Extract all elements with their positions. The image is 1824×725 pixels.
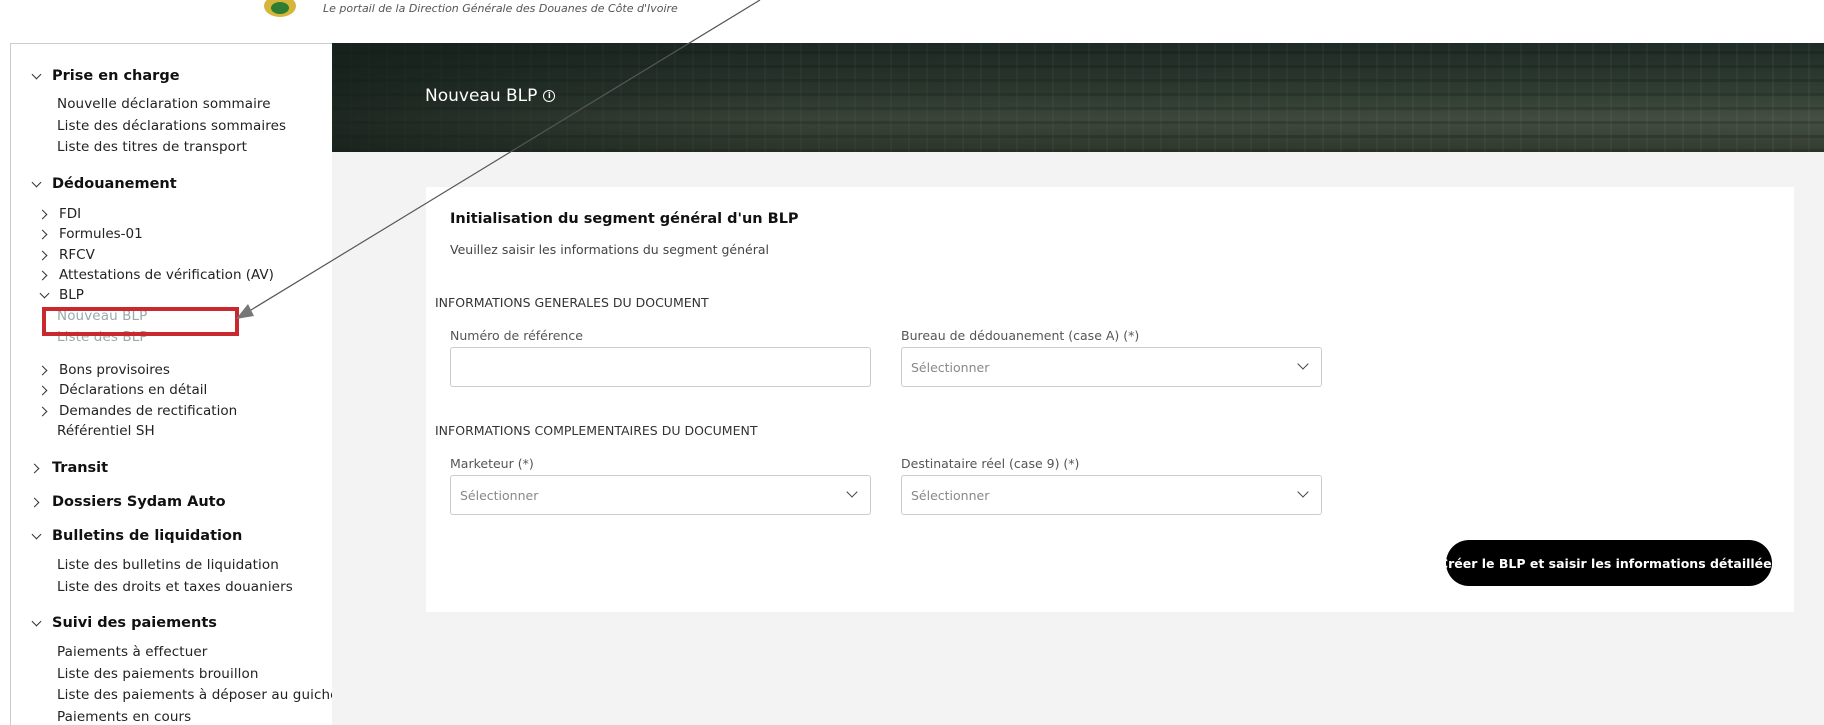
destinataire-select-value: Sélectionner [911, 487, 990, 503]
nav-section-bulletins[interactable]: Bulletins de liquidation [31, 528, 242, 544]
nav-sub-bons-provisoires[interactable]: Bons provisoires [39, 362, 170, 378]
marketeur-select[interactable]: Sélectionner [450, 475, 871, 515]
chevron-right-icon [39, 384, 51, 396]
nav-item-liste-droits-taxes[interactable]: Liste des droits et taxes douaniers [57, 579, 293, 595]
chevron-down-icon [31, 70, 43, 82]
chevron-right-icon [39, 269, 51, 281]
nav-sub-attestations[interactable]: Attestations de vérification (AV) [39, 267, 274, 283]
chevron-right-icon [39, 249, 51, 261]
info-circle-icon[interactable]: i [543, 90, 556, 102]
ref-number-label: Numéro de référence [450, 328, 583, 343]
nav-section-label: Transit [52, 460, 109, 476]
create-blp-button[interactable]: Créer le BLP et saisir les informations … [1439, 540, 1779, 586]
marketeur-label: Marketeur (*) [450, 456, 534, 471]
nav-section-transit[interactable]: Transit [31, 460, 108, 476]
nav-item-paiements-effectuer[interactable]: Paiements à effectuer [57, 644, 207, 660]
form-card: Initialisation du segment général d'un B… [426, 187, 1794, 612]
section-heading-generales: INFORMATIONS GENERALES DU DOCUMENT [435, 295, 709, 310]
chevron-right-icon [31, 462, 43, 474]
bureau-select[interactable]: Sélectionner [901, 347, 1322, 387]
main-content: Initialisation du segment général d'un B… [332, 152, 1824, 725]
nav-item-liste-titres-transport[interactable]: Liste des titres de transport [57, 139, 247, 155]
ref-number-input[interactable] [450, 347, 871, 387]
nav-section-dedouanement[interactable]: Dédouanement [31, 176, 177, 192]
destinataire-select[interactable]: Sélectionner [901, 475, 1322, 515]
nav-sub-fdi[interactable]: FDI [39, 206, 81, 222]
chevron-down-icon [31, 178, 43, 190]
section-heading-complementaires: INFORMATIONS COMPLEMENTAIRES DU DOCUMENT [435, 423, 758, 438]
chevron-down-icon [31, 530, 43, 542]
nav-sub-rfcv[interactable]: RFCV [39, 247, 95, 263]
nav-sub-demandes-rectification[interactable]: Demandes de rectification [39, 403, 237, 419]
nav-item-paiements-guichet[interactable]: Liste des paiements à déposer au guichet [57, 687, 344, 703]
nav-item-liste-blp[interactable]: Liste des BLP [57, 329, 148, 345]
chevron-down-icon [31, 617, 43, 629]
nav-item-referentiel-sh[interactable]: Référentiel SH [57, 423, 155, 439]
nav-sub-label: BLP [59, 287, 84, 303]
form-subtitle: Veuillez saisir les informations du segm… [450, 242, 770, 257]
form-title: Initialisation du segment général d'un B… [450, 211, 799, 227]
bureau-label: Bureau de dédouanement (case A) (*) [901, 328, 1140, 343]
nav-sub-formules-01[interactable]: Formules-01 [39, 226, 143, 242]
sidebar-nav: Prise en charge Nouvelle déclaration som… [10, 43, 344, 725]
page-banner: Nouveau BLP i [332, 43, 1824, 152]
destinataire-label: Destinataire réel (case 9) (*) [901, 456, 1080, 471]
chevron-right-icon [31, 496, 43, 508]
nav-item-nouveau-blp[interactable]: Nouveau BLP [57, 308, 147, 324]
chevron-down-icon [1297, 358, 1309, 370]
nav-section-label: Suivi des paiements [52, 615, 217, 631]
nav-sub-label: Bons provisoires [59, 362, 170, 378]
chevron-right-icon [39, 405, 51, 417]
nav-item-paiements-brouillon[interactable]: Liste des paiements brouillon [57, 666, 259, 682]
marketeur-select-value: Sélectionner [460, 487, 539, 503]
nav-item-paiements-en-cours[interactable]: Paiements en cours [57, 709, 191, 725]
chevron-right-icon [39, 208, 51, 220]
nav-section-label: Dédouanement [52, 176, 177, 192]
chevron-right-icon [39, 228, 51, 240]
chevron-down-icon [846, 486, 858, 498]
bureau-select-value: Sélectionner [911, 359, 990, 375]
nav-item-liste-declarations-sommaires[interactable]: Liste des déclarations sommaires [57, 118, 286, 134]
nav-section-label: Dossiers Sydam Auto [52, 494, 226, 510]
nav-sub-label: Formules-01 [59, 226, 143, 242]
nav-section-label: Prise en charge [52, 68, 180, 84]
nav-section-prise-en-charge[interactable]: Prise en charge [31, 68, 180, 84]
nav-item-liste-bulletins[interactable]: Liste des bulletins de liquidation [57, 557, 279, 573]
nav-sub-label: Attestations de vérification (AV) [59, 267, 274, 283]
nav-sub-label: RFCV [59, 247, 95, 263]
nav-sub-blp[interactable]: BLP [39, 287, 84, 303]
page-title-text: Nouveau BLP [425, 86, 538, 106]
nav-item-nouvelle-declaration-sommaire[interactable]: Nouvelle déclaration sommaire [57, 96, 271, 112]
page-title: Nouveau BLP i [425, 86, 556, 106]
nav-sub-declarations-detail[interactable]: Déclarations en détail [39, 382, 207, 398]
nav-sub-label: Déclarations en détail [59, 382, 208, 398]
nav-sub-label: FDI [59, 206, 82, 222]
nav-section-label: Bulletins de liquidation [52, 528, 243, 544]
nav-sub-label: Demandes de rectification [59, 403, 238, 419]
chevron-right-icon [39, 364, 51, 376]
nav-section-suivi-paiements[interactable]: Suivi des paiements [31, 615, 217, 631]
top-header: Le portail de la Direction Générale des … [0, 0, 1824, 43]
chevron-down-icon [1297, 486, 1309, 498]
nav-section-dossiers-sydam[interactable]: Dossiers Sydam Auto [31, 494, 226, 510]
chevron-down-icon [39, 289, 51, 301]
customs-logo-icon [264, 0, 296, 17]
portal-tagline: Le portail de la Direction Générale des … [323, 2, 678, 15]
